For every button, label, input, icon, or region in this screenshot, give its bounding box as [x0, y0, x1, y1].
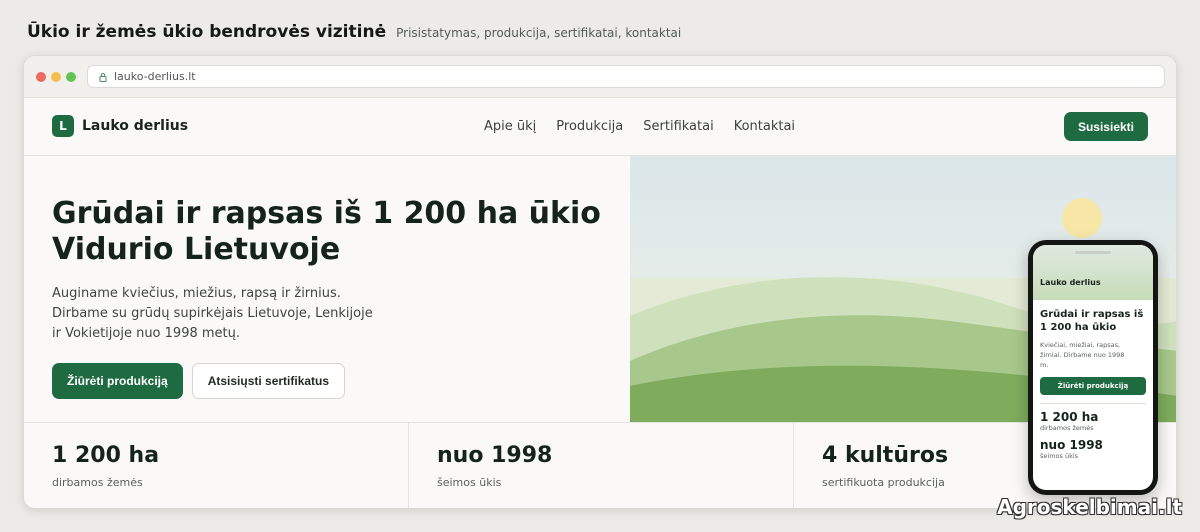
hero-title: Grūdai ir rapsas iš 1 200 ha ūkio Viduri… — [52, 196, 612, 268]
stat-item: 1 200 ha dirbamos žemės — [24, 423, 409, 508]
mobile-stat-value: 1 200 ha — [1040, 410, 1099, 424]
hero-text-line: Dirbame su grūdų supirkėjais Lietuvoje, … — [52, 306, 373, 321]
mobile-divider — [1040, 403, 1146, 404]
stat-item: nuo 1998 šeimos ūkis — [409, 423, 794, 508]
nav-link-kontaktai[interactable]: Kontaktai — [734, 119, 795, 134]
site-navbar: L Lauko derlius Apie ūkį Produkcija Sert… — [24, 98, 1176, 156]
mobile-stat-label: šeimos ūkis — [1040, 452, 1079, 460]
hero-title-line: Grūdai ir rapsas iš 1 200 ha ūkio — [52, 196, 601, 231]
mobile-content: Grūdai ir rapsas iš 1 200 ha ūkio Kvieči… — [1033, 300, 1153, 468]
hero-text-line: Auginame kviečius, miežius, rapsą ir žir… — [52, 286, 341, 301]
mobile-text-line: Kviečiai, miežiai, rapsas, — [1040, 341, 1121, 349]
contact-button[interactable]: Susisiekti — [1063, 112, 1148, 141]
brand-logo[interactable]: L Lauko derlius — [52, 115, 188, 137]
nav-link-apie-uki[interactable]: Apie ūkį — [484, 119, 536, 134]
mobile-view-products-button[interactable]: Žiūrėti produkciją — [1040, 377, 1146, 395]
minimize-window-button[interactable] — [51, 72, 61, 82]
lock-icon — [99, 72, 107, 82]
hero-buttons: Žiūrėti produkciją Atsisiųsti sertifikat… — [52, 363, 612, 399]
mobile-stat-label: dirbamos žemės — [1040, 424, 1094, 432]
mobile-text-line: žirniai. Dirbame nuo 1998 — [1040, 351, 1125, 359]
watermark: Agroskelbimai.lt — [997, 495, 1182, 519]
mobile-preview: Lauko derlius Grūdai ir rapsas iš 1 200 … — [1028, 240, 1158, 495]
sun-icon — [1062, 198, 1102, 238]
download-certificates-button[interactable]: Atsisiųsti sertifikatus — [191, 363, 346, 399]
mobile-hero-text: Kviečiai, miežiai, rapsas, žirniai. Dirb… — [1040, 340, 1146, 370]
mobile-brand-name: Lauko derlius — [1040, 278, 1101, 287]
url-text: lauko-derlius.lt — [114, 70, 196, 83]
page-header: Ūkio ir žemės ūkio bendrovės vizitinė Pr… — [27, 22, 681, 42]
nav-link-sertifikatai[interactable]: Sertifikatai — [643, 119, 713, 134]
hero-description: Auginame kviečius, miežius, rapsą ir žir… — [52, 284, 382, 344]
browser-chrome: lauko-derlius.lt — [24, 56, 1176, 98]
mobile-hero-title: Grūdai ir rapsas iš 1 200 ha ūkio — [1040, 308, 1146, 334]
maximize-window-button[interactable] — [66, 72, 76, 82]
brand-name: Lauko derlius — [82, 118, 189, 134]
stat-label: šeimos ūkis — [437, 476, 502, 489]
hero-text-line: ir Vokietijoje nuo 1998 metų. — [52, 326, 240, 341]
hero-content: Grūdai ir rapsas iš 1 200 ha ūkio Viduri… — [52, 196, 612, 399]
stat-label: dirbamos žemės — [52, 476, 143, 489]
nav-links: Apie ūkį Produkcija Sertifikatai Kontakt… — [484, 119, 795, 134]
close-window-button[interactable] — [36, 72, 46, 82]
mobile-stat-value: nuo 1998 — [1040, 438, 1103, 452]
hero-title-line: Vidurio Lietuvoje — [52, 232, 341, 267]
page-subtitle: Prisistatymas, produkcija, sertifikatai,… — [396, 26, 682, 40]
page-title: Ūkio ir žemės ūkio bendrovės vizitinė — [27, 22, 387, 42]
address-bar[interactable]: lauko-derlius.lt — [87, 65, 1165, 88]
mobile-text-line: m. — [1040, 361, 1049, 369]
stat-value: 1 200 ha — [52, 443, 160, 468]
brand-mark: L — [52, 115, 74, 137]
hero-section: Grūdai ir rapsas iš 1 200 ha ūkio Viduri… — [24, 156, 1176, 422]
phone-notch — [1075, 251, 1111, 254]
mobile-hero-image: Lauko derlius — [1033, 245, 1153, 300]
stat-value: nuo 1998 — [437, 443, 553, 468]
mobile-screen: Lauko derlius Grūdai ir rapsas iš 1 200 … — [1033, 245, 1153, 490]
nav-link-produkcija[interactable]: Produkcija — [556, 119, 623, 134]
browser-window: lauko-derlius.lt L Lauko derlius Apie ūk… — [23, 55, 1177, 509]
view-products-button[interactable]: Žiūrėti produkciją — [52, 363, 183, 399]
mobile-title-line: Grūdai ir rapsas iš — [1040, 309, 1144, 320]
mobile-title-line: 1 200 ha ūkio — [1040, 322, 1117, 333]
